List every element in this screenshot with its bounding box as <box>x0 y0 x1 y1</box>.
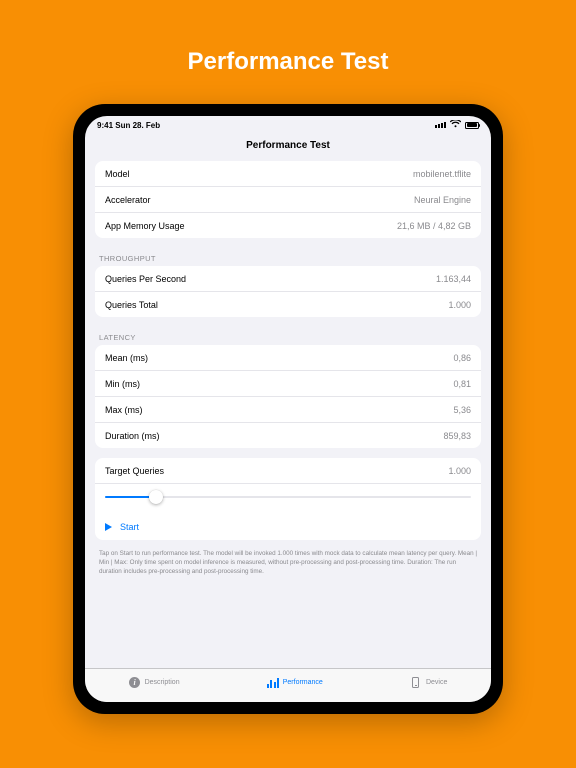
label-accelerator: Accelerator <box>105 195 151 205</box>
device-frame: 9:41 Sun 28. Feb Performance Test Model … <box>73 104 503 714</box>
row-target-queries: Target Queries 1.000 <box>95 458 481 484</box>
row-accelerator[interactable]: Accelerator Neural Engine <box>95 187 481 213</box>
tab-performance-label: Performance <box>283 679 323 686</box>
tab-description[interactable]: i Description <box>129 677 180 689</box>
tab-performance[interactable]: Performance <box>267 677 323 689</box>
wifi-icon <box>450 120 461 130</box>
battery-icon <box>465 122 479 129</box>
footnote-text: Tap on Start to run performance test. Th… <box>95 550 481 582</box>
row-memory[interactable]: App Memory Usage 21,6 MB / 4,82 GB <box>95 213 481 238</box>
value-max: 5,36 <box>453 405 471 415</box>
value-duration: 859,83 <box>443 431 471 441</box>
row-queries-total: Queries Total 1.000 <box>95 292 481 317</box>
row-model[interactable]: Model mobilenet.tflite <box>95 161 481 187</box>
label-qps: Queries Per Second <box>105 274 186 284</box>
header-throughput: THROUGHPUT <box>95 248 481 266</box>
tab-bar: i Description Performance Device <box>85 668 491 702</box>
row-mean: Mean (ms) 0,86 <box>95 345 481 371</box>
value-min: 0,81 <box>453 379 471 389</box>
label-max: Max (ms) <box>105 405 143 415</box>
label-min: Min (ms) <box>105 379 140 389</box>
status-bar: 9:41 Sun 28. Feb <box>85 116 491 134</box>
value-accelerator: Neural Engine <box>414 195 471 205</box>
target-queries-slider-row <box>95 484 481 514</box>
controls-group: Target Queries 1.000 Start <box>95 458 481 540</box>
play-icon <box>105 523 112 531</box>
value-mean: 0,86 <box>453 353 471 363</box>
slider-thumb[interactable] <box>149 490 163 504</box>
content-area: Model mobilenet.tflite Accelerator Neura… <box>85 161 491 668</box>
value-queries-total: 1.000 <box>448 300 471 310</box>
throughput-group: Queries Per Second 1.163,44 Queries Tota… <box>95 266 481 317</box>
app-screen: 9:41 Sun 28. Feb Performance Test Model … <box>85 116 491 702</box>
status-indicators <box>435 120 479 130</box>
header-latency: LATENCY <box>95 327 481 345</box>
start-label: Start <box>120 522 139 532</box>
device-icon <box>410 677 422 689</box>
label-model: Model <box>105 169 130 179</box>
status-time: 9:41 Sun 28. Feb <box>97 121 160 130</box>
row-max: Max (ms) 5,36 <box>95 397 481 423</box>
tab-device[interactable]: Device <box>410 677 447 689</box>
label-memory: App Memory Usage <box>105 221 185 231</box>
signal-icon <box>435 122 446 128</box>
value-memory: 21,6 MB / 4,82 GB <box>397 221 471 231</box>
value-target-queries: 1.000 <box>448 466 471 476</box>
row-min: Min (ms) 0,81 <box>95 371 481 397</box>
start-button[interactable]: Start <box>95 514 481 540</box>
label-duration: Duration (ms) <box>105 431 160 441</box>
value-model: mobilenet.tflite <box>413 169 471 179</box>
value-qps: 1.163,44 <box>436 274 471 284</box>
row-qps: Queries Per Second 1.163,44 <box>95 266 481 292</box>
latency-group: Mean (ms) 0,86 Min (ms) 0,81 Max (ms) 5,… <box>95 345 481 448</box>
info-group: Model mobilenet.tflite Accelerator Neura… <box>95 161 481 238</box>
page-heading: Performance Test <box>188 48 389 76</box>
nav-title: Performance Test <box>85 134 491 161</box>
row-duration: Duration (ms) 859,83 <box>95 423 481 448</box>
info-icon: i <box>129 677 141 689</box>
tab-device-label: Device <box>426 679 447 686</box>
target-queries-slider[interactable] <box>105 490 471 504</box>
chart-icon <box>267 677 279 689</box>
label-mean: Mean (ms) <box>105 353 148 363</box>
label-target-queries: Target Queries <box>105 466 164 476</box>
tab-description-label: Description <box>145 679 180 686</box>
label-queries-total: Queries Total <box>105 300 158 310</box>
